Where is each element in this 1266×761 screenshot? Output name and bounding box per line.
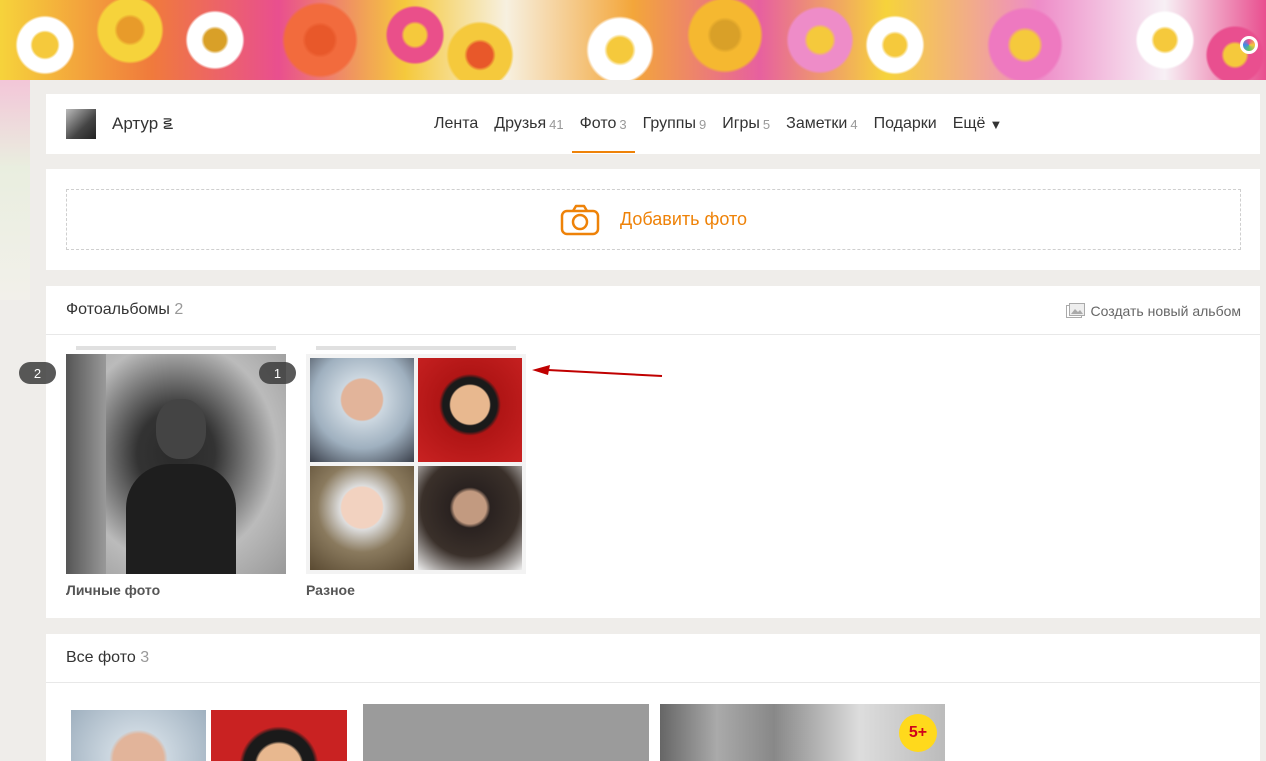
nav-item-friends[interactable]: Друзья 41 xyxy=(486,94,571,154)
all-photos-title: Все фото 3 xyxy=(66,649,149,667)
color-theme-icon[interactable] xyxy=(1240,36,1258,54)
nav-item-count: 3 xyxy=(619,116,627,132)
nav-item-label: Друзья xyxy=(494,115,547,132)
photo-thumbnail[interactable]: 5+ xyxy=(660,704,945,761)
nav-item-groups[interactable]: Группы 9 xyxy=(635,94,715,154)
album-cover-image xyxy=(66,354,286,574)
red-arrow-annotation xyxy=(532,365,663,377)
album-stack-edge xyxy=(316,346,516,350)
nav-item-label: Подарки xyxy=(873,115,937,132)
avatar[interactable] xyxy=(66,109,96,139)
nav-item-gifts[interactable]: Подарки xyxy=(866,94,945,154)
section-divider xyxy=(46,682,1260,683)
user-name[interactable]: Артур ౾ xyxy=(112,114,173,138)
add-photo-panel: Добавить фото xyxy=(46,169,1260,270)
cover-side-strip xyxy=(0,80,30,300)
album-image-icon xyxy=(1065,303,1085,318)
nav-item-label: Группы xyxy=(642,115,696,132)
nav-item-count: 41 xyxy=(549,116,564,132)
all-photos-title-label: Все фото xyxy=(66,649,136,666)
album-count-badge: 2 xyxy=(19,362,56,384)
all-photos-panel: Все фото 3 5+ xyxy=(46,634,1260,761)
profile-nav-panel: Артур ౾ Лента Друзья 41 Фото 3 Группы 9 … xyxy=(46,94,1260,154)
triangle-down-icon: ▼ xyxy=(989,116,1003,132)
nav-item-games[interactable]: Игры 5 xyxy=(714,94,778,154)
photo-count-badge: 5+ xyxy=(899,714,937,752)
album-title: Разное xyxy=(306,582,355,598)
create-album-label: Создать новый альбом xyxy=(1090,303,1242,319)
nav-item-count: 5 xyxy=(762,116,771,132)
add-photo-button[interactable]: Добавить фото xyxy=(66,189,1241,250)
nav-item-feed[interactable]: Лента xyxy=(426,94,486,154)
create-album-button[interactable]: Создать новый альбом xyxy=(1065,303,1242,319)
album-title: Личные фото xyxy=(66,582,161,598)
nav-item-label: Фото xyxy=(579,115,617,132)
nav-item-notes[interactable]: Заметки 4 xyxy=(778,94,865,154)
albums-count: 2 xyxy=(174,301,184,318)
albums-title: Фотоальбомы 2 xyxy=(66,301,183,319)
nav-item-label: Лента xyxy=(434,115,479,132)
photo-thumbnail[interactable] xyxy=(363,704,649,761)
section-divider xyxy=(46,334,1260,335)
nav-item-label: Заметки xyxy=(786,115,848,132)
nav-item-label: Игры xyxy=(722,115,760,132)
albums-title-label: Фотоальбомы xyxy=(66,301,170,318)
album-cover-collage xyxy=(306,354,526,574)
profile-cover-banner xyxy=(0,0,1266,80)
nav-item-photos[interactable]: Фото 3 xyxy=(571,94,635,154)
all-photos-count: 3 xyxy=(140,649,150,666)
camera-icon xyxy=(560,204,600,235)
album-count-badge: 1 xyxy=(259,362,296,384)
add-photo-label: Добавить фото xyxy=(619,209,748,229)
album-stack-edge xyxy=(76,346,276,350)
nav-item-count: 4 xyxy=(850,116,858,132)
nav-item-label: Ещё xyxy=(952,115,986,132)
nav-item-more[interactable]: Ещё ▼ xyxy=(945,94,1011,154)
albums-panel: Фотоальбомы 2 Создать новый альбом 2 Лич… xyxy=(19,286,1260,618)
nav-item-count: 9 xyxy=(698,116,707,132)
photo-thumbnail[interactable] xyxy=(71,704,347,761)
profile-nav: Лента Друзья 41 Фото 3 Группы 9 Игры 5 З… xyxy=(426,94,1010,154)
